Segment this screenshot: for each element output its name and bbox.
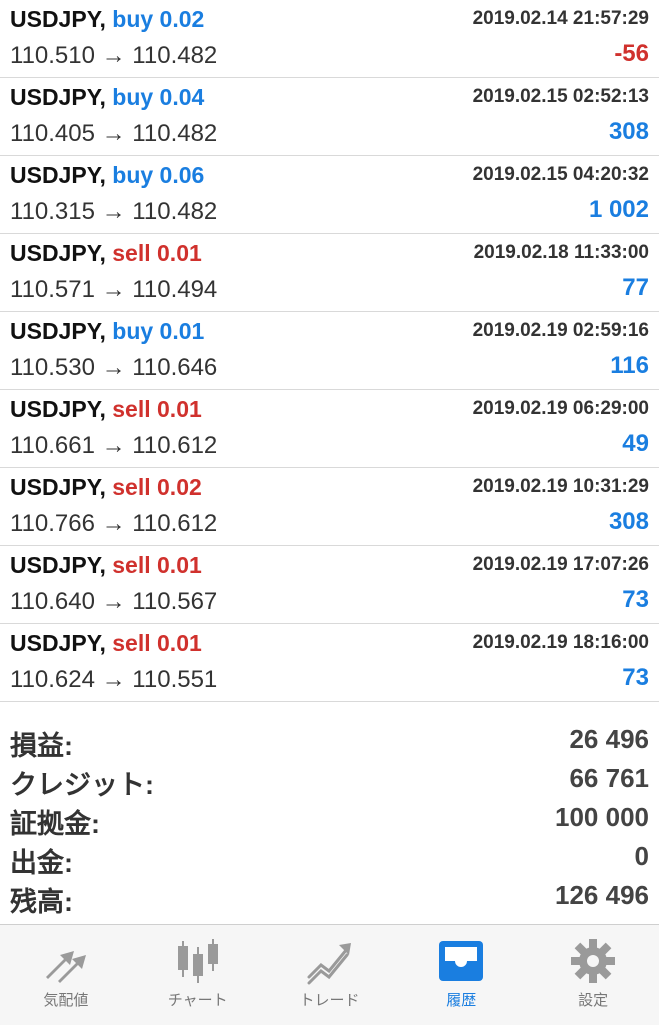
trade-symbol: USDJPY,	[10, 318, 106, 344]
trade-symbol: USDJPY,	[10, 240, 106, 266]
trade-type: sell 0.01	[112, 630, 202, 656]
summary-value: 100 000	[555, 802, 649, 832]
trade-row[interactable]: USDJPY, buy 0.01 2019.02.19 02:59:16 110…	[0, 312, 659, 390]
trade-time: 2019.02.15 04:20:32	[472, 164, 649, 185]
summary-label: 残高:	[10, 887, 73, 917]
trade-row[interactable]: USDJPY, sell 0.01 2019.02.19 17:07:26 11…	[0, 546, 659, 624]
trade-prices: 110.510 → 110.482	[10, 42, 218, 69]
trade-symbol: USDJPY,	[10, 552, 106, 578]
summary-label: 証拠金:	[10, 809, 100, 839]
summary-value: 126 496	[555, 880, 649, 910]
trade-history-list: USDJPY, buy 0.02 2019.02.14 21:57:29 110…	[0, 0, 659, 702]
account-summary: 損益: 26 496 クレジット: 66 761 証拠金: 100 000 出金…	[0, 722, 659, 917]
trade-row[interactable]: USDJPY, buy 0.02 2019.02.14 21:57:29 110…	[0, 0, 659, 78]
summary-label: 出金:	[10, 848, 73, 878]
trade-symbol: USDJPY,	[10, 396, 106, 422]
trade-type: sell 0.01	[112, 552, 202, 578]
trade-type: buy 0.06	[112, 162, 205, 188]
trade-time: 2019.02.19 17:07:26	[472, 554, 649, 575]
summary-row-balance: 残高: 126 496	[0, 878, 659, 917]
summary-label: クレジット:	[10, 770, 154, 800]
trade-prices: 110.571 → 110.494	[10, 276, 218, 303]
trade-symbol: USDJPY,	[10, 630, 106, 656]
trade-profit: 308	[608, 118, 649, 145]
tab-label: チャート	[167, 992, 228, 1009]
trade-row[interactable]: USDJPY, buy 0.04 2019.02.15 02:52:13 110…	[0, 78, 659, 156]
trade-row[interactable]: USDJPY, sell 0.01 2019.02.19 06:29:00 11…	[0, 390, 659, 468]
tab-trade[interactable]: トレード	[264, 925, 396, 1025]
trade-profit: -56	[614, 40, 649, 67]
trade-type: sell 0.01	[112, 240, 202, 266]
summary-value: 66 761	[569, 763, 649, 793]
trade-time: 2019.02.15 02:52:13	[472, 86, 649, 107]
trade-symbol: USDJPY,	[10, 84, 106, 110]
tab-label: 気配値	[43, 992, 89, 1009]
trade-prices: 110.661 → 110.612	[10, 432, 218, 459]
trade-prices: 110.640 → 110.567	[10, 588, 218, 615]
trade-profit: 49	[622, 430, 649, 457]
trade-profit: 308	[608, 508, 649, 535]
trade-symbol: USDJPY,	[10, 474, 106, 500]
trade-type: buy 0.01	[112, 318, 205, 344]
trade-row[interactable]: USDJPY, sell 0.01 2019.02.18 11:33:00 11…	[0, 234, 659, 312]
tab-label: トレード	[299, 992, 360, 1009]
tab-label: 設定	[578, 992, 609, 1009]
trade-type: sell 0.02	[112, 474, 202, 500]
trade-row[interactable]: USDJPY, buy 0.06 2019.02.15 04:20:32 110…	[0, 156, 659, 234]
trade-time: 2019.02.18 11:33:00	[473, 242, 649, 263]
trade-trend-icon	[307, 943, 352, 985]
summary-value: 0	[634, 841, 649, 871]
trade-time: 2019.02.19 18:16:00	[472, 632, 649, 653]
trade-prices: 110.315 → 110.482	[10, 198, 218, 225]
trade-prices: 110.530 → 110.646	[10, 354, 218, 381]
summary-row-profit: 損益: 26 496	[0, 722, 659, 761]
trade-type: sell 0.01	[112, 396, 202, 422]
trade-type: buy 0.04	[112, 84, 205, 110]
summary-row-withdrawal: 出金: 0	[0, 839, 659, 878]
trade-profit: 73	[622, 586, 649, 613]
summary-row-credit: クレジット: 66 761	[0, 761, 659, 800]
trade-profit: 77	[622, 274, 649, 301]
trade-time: 2019.02.14 21:57:29	[472, 8, 649, 29]
summary-label: 損益:	[10, 731, 73, 761]
tab-quotes[interactable]: 気配値	[0, 925, 132, 1025]
trade-prices: 110.766 → 110.612	[10, 510, 218, 537]
trade-prices: 110.624 → 110.551	[10, 666, 218, 693]
trade-time: 2019.02.19 10:31:29	[472, 476, 649, 497]
summary-value: 26 496	[569, 724, 649, 754]
trade-time: 2019.02.19 02:59:16	[472, 320, 649, 341]
trade-profit: 73	[622, 664, 649, 691]
trade-row[interactable]: USDJPY, sell 0.01 2019.02.19 18:16:00 11…	[0, 624, 659, 702]
summary-row-deposit: 証拠金: 100 000	[0, 800, 659, 839]
trade-prices: 110.405 → 110.482	[10, 120, 218, 147]
trade-symbol: USDJPY,	[10, 6, 106, 32]
trade-symbol: USDJPY,	[10, 162, 106, 188]
tab-chart[interactable]: チャート	[132, 925, 264, 1025]
trade-time: 2019.02.19 06:29:00	[472, 398, 649, 419]
tab-label: 履歴	[446, 992, 477, 1009]
tab-history[interactable]: 履歴	[395, 925, 527, 1025]
tab-settings[interactable]: 設定	[527, 925, 659, 1025]
trade-row[interactable]: USDJPY, sell 0.02 2019.02.19 10:31:29 11…	[0, 468, 659, 546]
trade-profit: 1 002	[588, 196, 649, 223]
candlestick-chart-icon	[177, 939, 218, 983]
trade-type: buy 0.02	[112, 6, 205, 32]
quotes-arrows-icon	[45, 951, 86, 983]
gear-icon	[571, 939, 616, 983]
history-inbox-icon	[439, 941, 484, 981]
bottom-tab-bar: 気配値 チャート トレード 履歴 設定	[0, 924, 659, 1025]
trade-profit: 116	[610, 352, 649, 379]
